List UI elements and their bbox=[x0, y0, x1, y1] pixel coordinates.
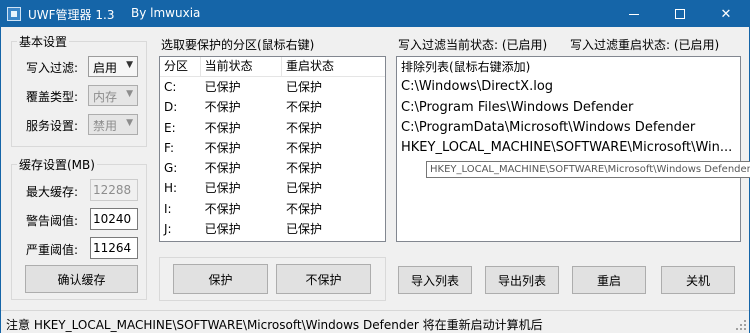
exclusion-list[interactable]: 排除列表(鼠标右键添加) C:\Windows\DirectX.log C:\P… bbox=[396, 56, 741, 242]
partition-group-title: 选取要保护的分区(鼠标右键) bbox=[161, 38, 315, 52]
status-bar: 注意 HKEY_LOCAL_MACHINE\SOFTWARE\Microsoft… bbox=[1, 310, 749, 333]
import-list-button[interactable]: 导入列表 bbox=[398, 266, 472, 294]
window-author: By lmwuxia bbox=[131, 6, 201, 20]
warning-threshold-label: 警告阈值: bbox=[26, 214, 79, 228]
partition-current-state: 已保护 bbox=[204, 222, 241, 237]
protect-button[interactable]: 保护 bbox=[173, 264, 268, 294]
shutdown-button[interactable]: 关机 bbox=[661, 266, 735, 294]
partition-current-state: 不保护 bbox=[204, 140, 241, 155]
partition-current-state: 不保护 bbox=[204, 100, 241, 115]
chevron-down-icon: ▼ bbox=[126, 60, 133, 70]
partition-drive: G: bbox=[164, 161, 178, 176]
maximize-button[interactable] bbox=[657, 1, 703, 27]
partition-current-state: 不保护 bbox=[204, 161, 241, 176]
partition-restart-state: 不保护 bbox=[285, 161, 322, 176]
app-icon bbox=[7, 7, 21, 21]
service-select[interactable]: 禁用 ▼ bbox=[88, 114, 138, 135]
exclusion-item[interactable]: C:\Program Files\Windows Defender bbox=[397, 98, 740, 118]
partition-current-state: 不保护 bbox=[204, 201, 241, 216]
max-cache-label: 最大缓存: bbox=[26, 185, 79, 199]
partition-row[interactable]: E: 不保护 不保护 bbox=[160, 118, 385, 138]
maximize-icon bbox=[675, 9, 685, 19]
exclusion-rows: 排除列表(鼠标右键添加) C:\Windows\DirectX.log C:\P… bbox=[397, 57, 740, 158]
overlay-type-label: 覆盖类型: bbox=[26, 90, 79, 104]
partition-restart-state: 已保护 bbox=[285, 181, 322, 196]
max-cache-field[interactable]: 12288 bbox=[90, 179, 138, 201]
main-window: UWF管理器 1.3 By lmwuxia ✕ 基本设置 写入过滤: 启用 ▼ … bbox=[0, 0, 750, 333]
export-list-button[interactable]: 导出列表 bbox=[485, 266, 559, 294]
partition-row[interactable]: D: 不保护 不保护 bbox=[160, 97, 385, 117]
partition-current-state: 不保护 bbox=[204, 120, 241, 135]
filter-current-status: 写入过滤当前状态: (已启用) bbox=[398, 38, 548, 52]
column-header-restart[interactable]: 重启状态 bbox=[282, 57, 385, 77]
overlay-type-select[interactable]: 内存 ▼ bbox=[88, 85, 138, 106]
write-filter-value: 启用 bbox=[93, 61, 118, 75]
service-label: 服务设置: bbox=[26, 119, 79, 133]
resize-grip-icon[interactable] bbox=[736, 320, 747, 331]
partition-row[interactable]: I: 不保护 不保护 bbox=[160, 199, 385, 219]
column-header-current[interactable]: 当前状态 bbox=[201, 57, 282, 77]
critical-threshold-field[interactable]: 11264 bbox=[90, 237, 138, 259]
restart-button[interactable]: 重启 bbox=[572, 266, 646, 294]
exclusion-item[interactable]: C:\Windows\DirectX.log bbox=[397, 77, 740, 97]
cache-settings-title: 缓存设置(MB) bbox=[17, 156, 97, 173]
partition-drive: E: bbox=[164, 120, 176, 135]
partition-row[interactable]: G: 不保护 不保护 bbox=[160, 158, 385, 178]
exclusion-item-tooltip: HKEY_LOCAL_MACHINE\SOFTWARE\Microsoft\Wi… bbox=[426, 161, 750, 178]
unprotect-button[interactable]: 不保护 bbox=[276, 264, 371, 294]
partition-restart-state: 已保护 bbox=[285, 80, 322, 94]
partition-row[interactable]: H: 已保护 已保护 bbox=[160, 178, 385, 198]
partition-current-state: 已保护 bbox=[204, 80, 241, 94]
write-filter-select[interactable]: 启用 ▼ bbox=[88, 56, 138, 77]
chevron-down-icon: ▼ bbox=[126, 89, 133, 99]
status-text: 注意 HKEY_LOCAL_MACHINE\SOFTWARE\Microsoft… bbox=[6, 318, 543, 332]
minimize-icon bbox=[629, 13, 639, 15]
warning-threshold-field[interactable]: 10240 bbox=[90, 208, 138, 230]
window-title: UWF管理器 1.3 bbox=[28, 8, 115, 22]
partition-current-state: 已保护 bbox=[204, 181, 241, 196]
partition-list-header: 分区 当前状态 重启状态 bbox=[160, 57, 385, 77]
partition-restart-state: 已保护 bbox=[285, 222, 322, 237]
chevron-down-icon: ▼ bbox=[126, 118, 133, 128]
exclusion-item[interactable]: HKEY_LOCAL_MACHINE\SOFTWARE\Microsoft\Wi… bbox=[397, 138, 740, 158]
partition-drive: J: bbox=[164, 222, 172, 237]
partition-drive: I: bbox=[164, 201, 172, 216]
partition-restart-state: 不保护 bbox=[285, 201, 322, 216]
partition-drive: H: bbox=[164, 181, 178, 196]
partition-row[interactable]: F: 不保护 不保护 bbox=[160, 138, 385, 158]
confirm-cache-button[interactable]: 确认缓存 bbox=[25, 265, 138, 293]
close-icon: ✕ bbox=[720, 6, 732, 22]
column-header-partition[interactable]: 分区 bbox=[160, 57, 201, 77]
partition-rows: C: 已保护 已保护 D: 不保护 不保护 E: 不保护 不保护 F: 不保护 … bbox=[160, 77, 385, 239]
partition-drive: F: bbox=[164, 140, 175, 155]
close-button[interactable]: ✕ bbox=[703, 1, 749, 27]
minimize-button[interactable] bbox=[611, 1, 657, 27]
critical-threshold-label: 严重阈值: bbox=[26, 243, 79, 257]
write-filter-label: 写入过滤: bbox=[26, 61, 79, 75]
overlay-type-value: 内存 bbox=[93, 90, 118, 104]
partition-restart-state: 不保护 bbox=[285, 140, 322, 155]
partition-restart-state: 不保护 bbox=[285, 120, 322, 135]
partition-drive: C: bbox=[164, 80, 177, 94]
partition-drive: D: bbox=[164, 100, 178, 115]
title-bar[interactable]: UWF管理器 1.3 By lmwuxia ✕ bbox=[1, 1, 749, 27]
exclusion-list-header: 排除列表(鼠标右键添加) bbox=[401, 60, 531, 74]
filter-restart-status: 写入过滤重启状态: (已启用) bbox=[570, 38, 720, 52]
partition-restart-state: 不保护 bbox=[285, 100, 322, 115]
partition-row[interactable]: C: 已保护 已保护 bbox=[160, 77, 385, 97]
partition-list[interactable]: 分区 当前状态 重启状态 C: 已保护 已保护 D: 不保护 不保护 E: 不保… bbox=[159, 56, 386, 242]
exclusion-item[interactable]: C:\ProgramData\Microsoft\Windows Defende… bbox=[397, 118, 740, 138]
service-value: 禁用 bbox=[93, 119, 118, 133]
basic-settings-title: 基本设置 bbox=[17, 33, 70, 50]
partition-row[interactable]: J: 已保护 已保护 bbox=[160, 219, 385, 239]
